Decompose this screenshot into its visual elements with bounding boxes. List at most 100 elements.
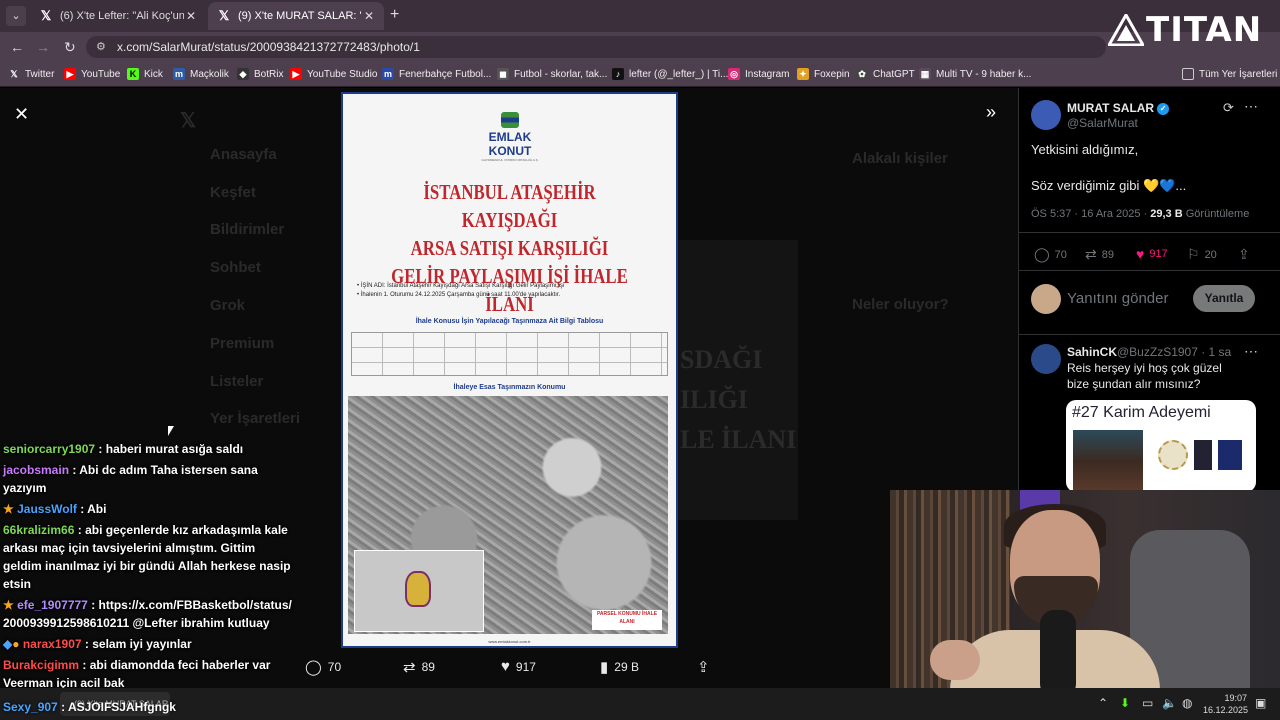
share-icon: ⇪ <box>697 659 710 676</box>
chat-text: : Abi <box>80 502 107 516</box>
reply-submit-button[interactable]: Yanıtla <box>1193 285 1255 312</box>
tweet-text-line: Söz verdiğimiz gibi 💛💙... <box>1031 178 1187 193</box>
tray-chevron-icon[interactable]: ⌃ <box>1098 696 1108 710</box>
map-title: İhaleye Esas Taşınmazın Konumu <box>453 384 566 391</box>
expand-panel-icon[interactable]: » <box>986 102 996 123</box>
reply-icon: ◯ <box>1034 246 1050 262</box>
viewer-like-button[interactable]: ♥ 917 <box>501 658 536 675</box>
futbol-icon: ◼ <box>497 68 509 80</box>
bookmark-kick[interactable]: K Kick <box>127 68 163 80</box>
tray-display-icon[interactable]: ▭ <box>1142 696 1153 710</box>
like-button[interactable]: ♥ 917 <box>1136 246 1168 262</box>
chat-message: Sexy_907 : ASJOIFSJAHfgngk <box>3 700 176 714</box>
avatar[interactable] <box>1031 100 1061 130</box>
chat-badge-icon: ● <box>12 637 20 651</box>
viewer-share-button[interactable]: ⇪ <box>697 658 716 676</box>
share-button[interactable]: ⇪ <box>1238 246 1255 263</box>
chat-message: ★ efe_1907777 : https://x.com/FBBasketbo… <box>3 596 293 632</box>
close-tab-icon[interactable]: ✕ <box>362 9 376 23</box>
like-count: 917 <box>515 659 536 674</box>
views-count: 29 B <box>614 660 639 674</box>
reply-input[interactable]: Yanıtını gönder <box>1067 290 1168 307</box>
bookmark-label: BotRix <box>254 68 284 80</box>
chat-badge-icon: ◆ <box>3 637 13 651</box>
ghost-nav-item: Keşfet <box>210 184 256 201</box>
retweet-count: 89 <box>1101 248 1114 261</box>
bullet: • İŞİN ADI: İstanbul Ataşehir Kayışdağı … <box>357 283 565 289</box>
bookmark-label: ChatGPT <box>873 68 915 80</box>
streamer-logo: TITAN <box>1108 10 1261 54</box>
ghost-nav-item: Sohbet <box>210 259 261 276</box>
reply-image[interactable]: #27 Karim Adeyemi <box>1066 400 1256 492</box>
chat-username: efe_1907777 <box>17 598 88 612</box>
tray-app-icon[interactable]: ⬇ <box>1120 696 1130 710</box>
url-field[interactable]: ⚙ x.com/SalarMurat/status/20009384213727… <box>86 36 1106 58</box>
reply-button[interactable]: ◯ 70 <box>1034 246 1067 263</box>
tab-murat-salar[interactable]: 𝕏 (9) X'te MURAT SALAR: "Yetkisi ✕ <box>208 2 384 30</box>
bookmark-futbol-skorlar[interactable]: ◼ Futbol - skorlar, tak... <box>497 68 607 80</box>
close-icon[interactable]: ✕ <box>14 104 29 125</box>
more-options-icon[interactable]: ⋯ <box>1244 98 1258 115</box>
bookmark-youtube-studio[interactable]: ▶ YouTube Studio <box>290 68 377 80</box>
card-title: #27 Karim Adeyemi <box>1072 404 1211 421</box>
bookmark-button[interactable]: ⚐ 20 <box>1187 246 1217 263</box>
mouse-cursor-icon <box>168 426 174 436</box>
chat-text: : haberi murat asığa saldı <box>98 442 244 456</box>
table-rule <box>352 347 667 348</box>
clock-time: 19:07 <box>1224 693 1247 703</box>
player-photo <box>1073 430 1143 492</box>
reply-count: 70 <box>1054 248 1067 261</box>
viewer-views-button[interactable]: ▮ 29 B <box>600 658 639 676</box>
grok-icon[interactable]: ⟳ <box>1223 100 1234 116</box>
bookmark-tiktok[interactable]: ♪ lefter (@_lefter_) | Ti... <box>612 68 728 80</box>
new-tab-button[interactable]: + <box>390 6 399 24</box>
bookmark-label: Foxepin <box>814 68 850 80</box>
bookmark-label: Tüm Yer İşaretleri <box>1199 68 1278 80</box>
bookmark-foxepin[interactable]: ✦ Foxepin <box>797 68 850 80</box>
ghost-nav-item: Listeler <box>210 373 264 390</box>
bookmark-multi-tv[interactable]: ▦ Multi TV - 9 haber k... <box>919 68 1031 80</box>
tweet-photo: EMLAK KONUT GAYRİMENKUL YATIRIM ORTAKLIĞ… <box>341 92 678 648</box>
reply-author[interactable]: SahinCK <box>1067 345 1117 359</box>
back-icon[interactable]: ← <box>10 39 24 55</box>
parcel-shape <box>405 571 431 607</box>
tweet-handle[interactable]: @SalarMurat <box>1067 116 1138 130</box>
youtube-icon: ▶ <box>64 68 76 80</box>
reply-handle[interactable]: @BuzZzS1907 · 1 sa <box>1117 345 1231 359</box>
forward-icon[interactable]: → <box>36 39 50 55</box>
divider <box>1018 232 1280 233</box>
tweet-view-count: 29,3 B <box>1150 208 1183 220</box>
chat-text: : ASJOIFSJAHfgngk <box>61 700 176 714</box>
tweet-author[interactable]: MURAT SALAR ✓ <box>1067 101 1170 115</box>
bookmark-botrix[interactable]: ◆ BotRix <box>237 68 283 80</box>
divider <box>1018 334 1280 335</box>
bookmark-instagram[interactable]: ◎ Instagram <box>728 68 789 80</box>
streamer-webcam <box>890 490 1280 698</box>
close-tab-icon[interactable]: ✕ <box>184 9 198 23</box>
microphone <box>1040 610 1076 698</box>
site-info-icon[interactable]: ⚙ <box>96 40 106 53</box>
reload-icon[interactable]: ↻ <box>64 39 76 56</box>
viewer-retweet-button[interactable]: ⇄ 89 <box>403 658 435 676</box>
bookmark-youtube[interactable]: ▶ YouTube <box>64 68 120 80</box>
chat-username: 66kralizim66 <box>3 523 75 537</box>
viewer-reply-button[interactable]: ◯ 70 <box>305 658 341 676</box>
bookmark-fenerbahce[interactable]: m Fenerbahçe Futbol... <box>382 68 491 80</box>
retweet-button[interactable]: ⇄ 89 <box>1085 246 1114 263</box>
reply-icon: ◯ <box>305 659 322 676</box>
heart-icon: ♥ <box>1136 246 1145 262</box>
reply-avatar[interactable] <box>1031 344 1061 374</box>
chat-username: Sexy_907 <box>3 700 58 714</box>
bookmark-all[interactable]: Tüm Yer İşaretleri <box>1182 68 1277 80</box>
tray-volume-icon[interactable]: 🔈 <box>1162 696 1177 710</box>
ghost-heading: Alakalı kişiler <box>852 150 948 167</box>
bookmark-twitter[interactable]: 𝕏 Twitter <box>8 68 54 80</box>
bookmark-mackolik[interactable]: m Maçkolik <box>173 68 229 80</box>
tray-network-icon[interactable]: ◍ <box>1182 696 1192 710</box>
tab-lefter[interactable]: 𝕏 (6) X'te Lefter: "Ali Koç'un olma ✕ <box>30 2 206 30</box>
notification-icon[interactable]: ▣ <box>1255 696 1266 710</box>
tab-search-button[interactable]: ⌄ <box>6 6 26 26</box>
bookmark-chatgpt[interactable]: ✿ ChatGPT <box>856 68 915 80</box>
taskbar-clock[interactable]: 19:07 16.12.2025 <box>1203 692 1248 716</box>
more-options-icon[interactable]: ⋯ <box>1244 343 1258 360</box>
